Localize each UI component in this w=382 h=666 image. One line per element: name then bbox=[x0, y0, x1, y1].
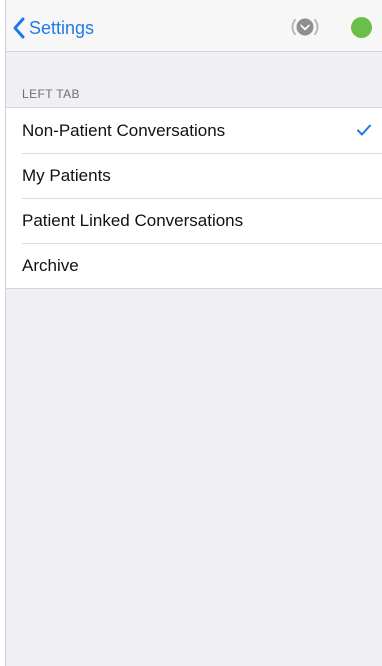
option-label: My Patients bbox=[22, 165, 111, 185]
settings-screen: Settings LEFT TAB Non-Patient Conversati… bbox=[5, 0, 382, 666]
option-archive[interactable]: Archive bbox=[6, 243, 382, 288]
shield-badge-icon bbox=[291, 18, 319, 36]
back-button[interactable]: Settings bbox=[12, 15, 94, 41]
checkmark-icon bbox=[357, 124, 371, 136]
section-header-left-tab: LEFT TAB bbox=[22, 87, 80, 101]
app-window: Settings LEFT TAB Non-Patient Conversati… bbox=[0, 0, 382, 666]
option-label: Non-Patient Conversations bbox=[22, 120, 226, 140]
left-tab-options-list: Non-Patient Conversations My Patients Pa… bbox=[6, 107, 382, 289]
presence-status-indicator[interactable] bbox=[351, 17, 372, 38]
option-patient-linked-conversations[interactable]: Patient Linked Conversations bbox=[6, 198, 382, 243]
back-button-label: Settings bbox=[29, 17, 95, 38]
option-label: Patient Linked Conversations bbox=[22, 210, 244, 230]
chevron-left-icon bbox=[13, 17, 25, 39]
option-non-patient-conversations[interactable]: Non-Patient Conversations bbox=[6, 108, 382, 153]
navigation-bar: Settings bbox=[6, 0, 382, 52]
option-my-patients[interactable]: My Patients bbox=[6, 153, 382, 198]
option-label: Archive bbox=[22, 255, 79, 275]
